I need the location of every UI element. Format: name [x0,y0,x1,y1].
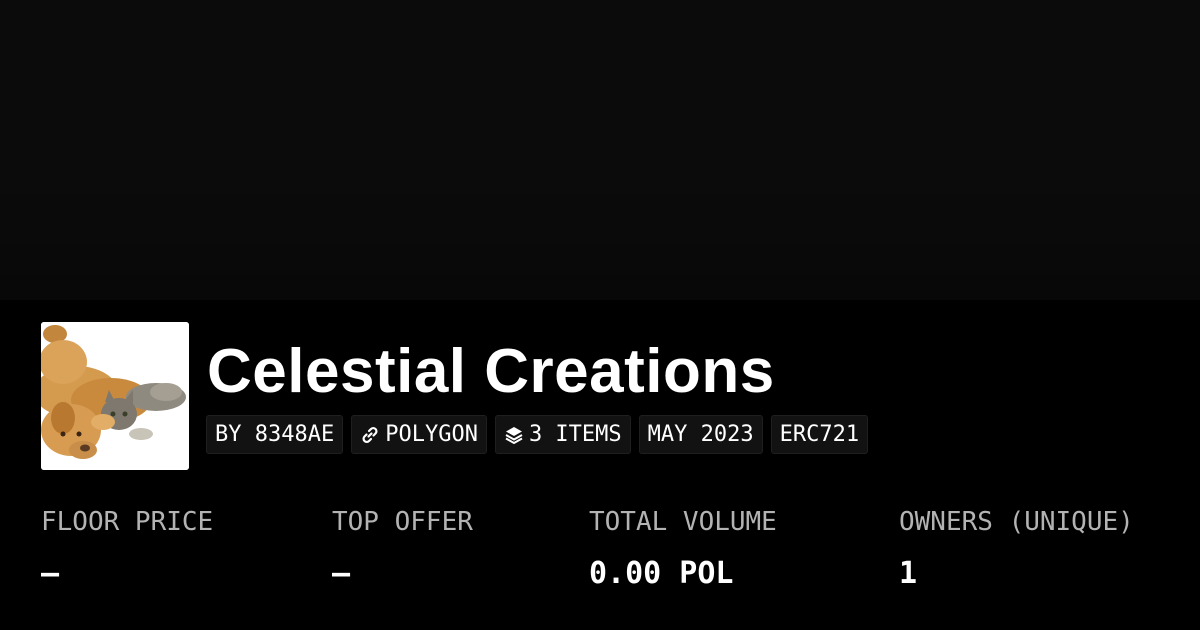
total-volume-stat: TOTAL VOLUME 0.00 POL [589,505,777,592]
chain-chip[interactable]: POLYGON [351,415,487,454]
header-banner [0,0,1200,300]
standard-chip-label: ERC721 [779,422,860,447]
top-offer-stat: TOP OFFER – [332,505,473,592]
owners-label: OWNERS (UNIQUE) [899,507,1134,537]
total-volume-label: TOTAL VOLUME [589,507,777,537]
top-offer-value: – [332,556,351,591]
creator-chip-label: BY 8348AE [215,422,335,447]
chain-chip-label: POLYGON [385,422,478,447]
date-chip-label: MAY 2023 [647,422,754,447]
collection-meta-chips: BY 8348AE POLYGON 3 ITEMS MAY 2023 ERC72… [206,415,869,454]
standard-chip: ERC721 [770,415,869,454]
link-chain-icon [360,425,380,445]
top-offer-label: TOP OFFER [332,507,473,537]
total-volume-value: 0.00 POL [589,556,734,591]
creator-chip[interactable]: BY 8348AE [206,415,344,454]
floor-price-stat: FLOOR PRICE – [41,505,213,592]
floor-price-label: FLOOR PRICE [41,507,214,537]
date-chip: MAY 2023 [638,415,763,454]
owners-value: 1 [899,556,918,591]
collection-avatar [41,322,189,470]
dog-and-cat-image [41,322,189,470]
collection-title: Celestial Creations [207,337,775,406]
floor-price-value: – [41,556,60,591]
layers-icon [504,425,524,445]
owners-stat: OWNERS (UNIQUE) 1 [899,505,1134,592]
items-chip-label: 3 ITEMS [528,422,622,447]
items-chip[interactable]: 3 ITEMS [494,415,631,454]
